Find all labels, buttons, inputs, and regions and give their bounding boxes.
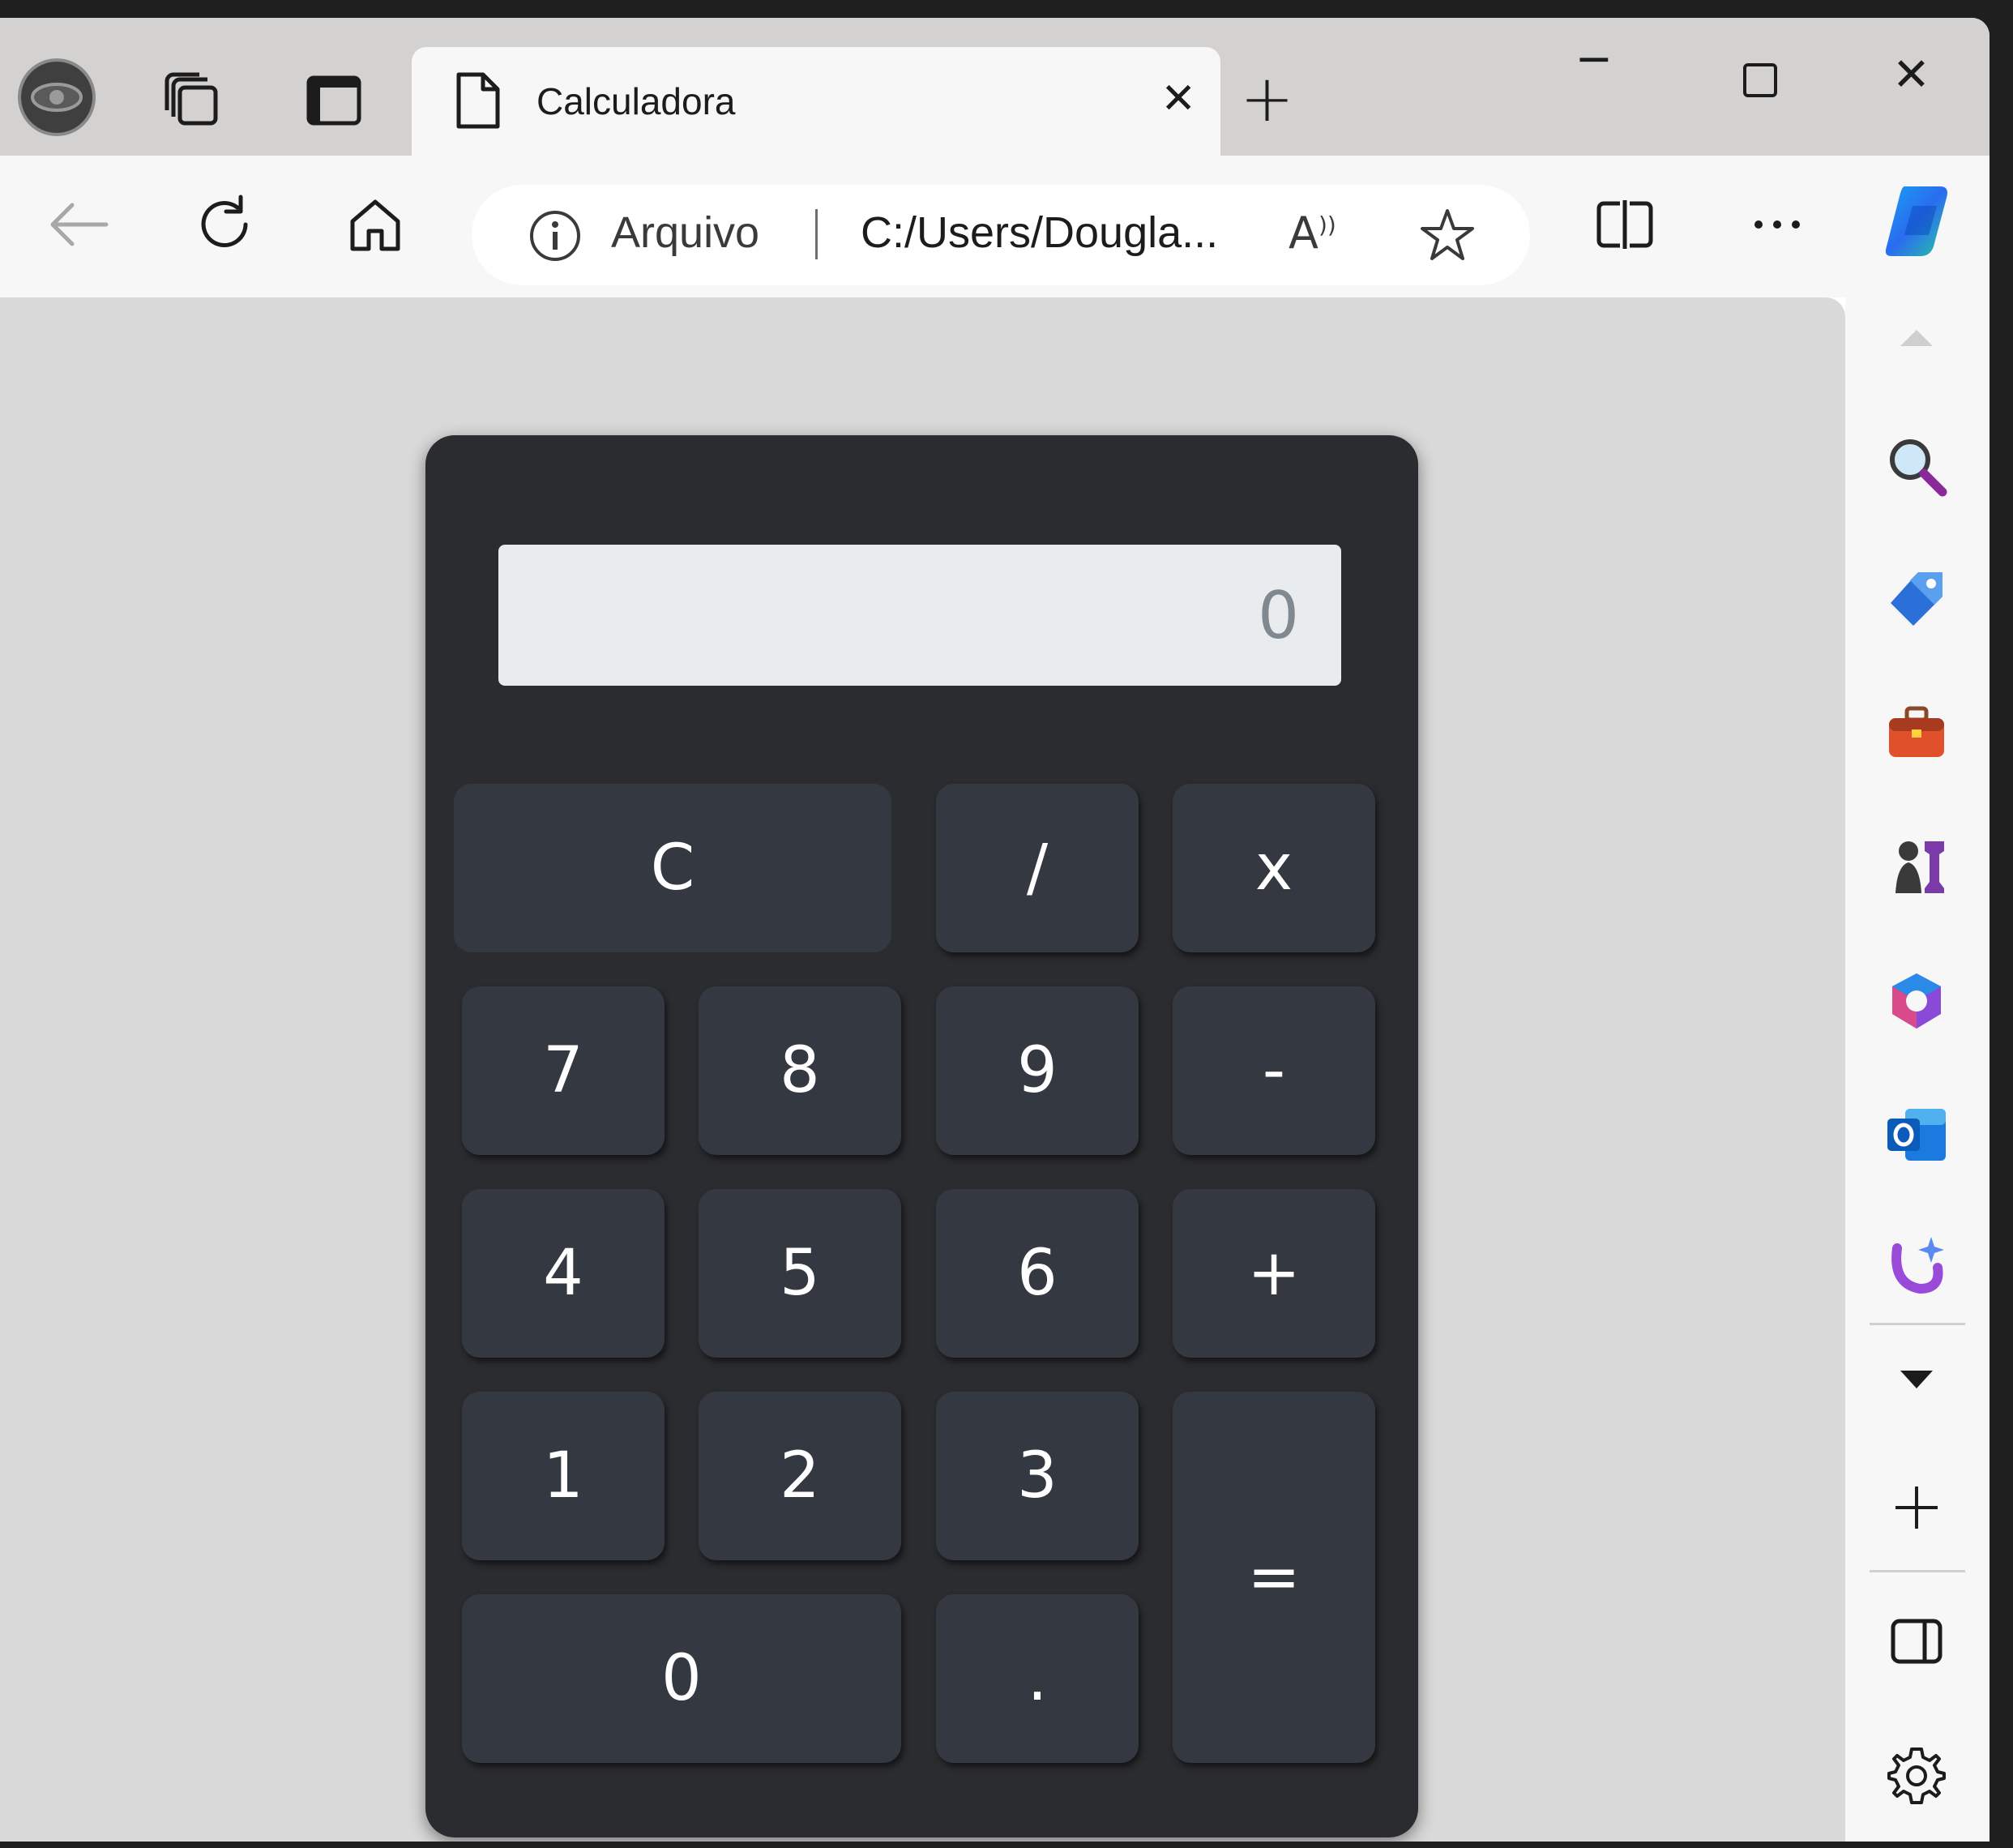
decimal-point-button[interactable]: . xyxy=(936,1594,1139,1763)
info-icon[interactable] xyxy=(528,209,582,266)
back-arrow-icon xyxy=(50,203,109,246)
designer-icon xyxy=(1891,1237,1944,1294)
refresh-button[interactable] xyxy=(188,188,261,261)
new-tab-button[interactable]: + xyxy=(1240,66,1294,131)
tab-close-icon[interactable]: ✕ xyxy=(1160,75,1196,123)
address-bar[interactable]: Arquivo C:/Users/Dougla... A)) xyxy=(472,185,1530,285)
sidebar-scroll-down[interactable] xyxy=(1878,1351,1955,1408)
calculator: 0 C / x 7 8 9 - 4 5 6 + 1 2 3 = 0 . xyxy=(425,435,1418,1837)
sidebar-hide-button[interactable] xyxy=(1878,1602,1955,1680)
gear-icon xyxy=(1887,1747,1946,1804)
copilot-icon xyxy=(1885,186,1947,256)
vertical-tabs-button[interactable] xyxy=(293,60,374,141)
page-content: 0 C / x 7 8 9 - 4 5 6 + 1 2 3 = 0 . xyxy=(0,297,1845,1842)
title-bar: Calculadora ✕ + ─ ✕ xyxy=(0,18,1989,157)
clear-button[interactable]: C xyxy=(454,784,891,952)
maximize-button[interactable] xyxy=(1742,57,1778,109)
address-scheme-label: Arquivo xyxy=(611,208,760,257)
shopping-tag-icon xyxy=(1891,572,1942,626)
digit-1-button[interactable]: 1 xyxy=(462,1392,665,1560)
read-aloud-icon[interactable]: A)) xyxy=(1289,207,1336,259)
workspaces-icon xyxy=(165,72,218,126)
equals-button[interactable]: = xyxy=(1173,1392,1375,1763)
digit-6-button[interactable]: 6 xyxy=(936,1189,1139,1358)
search-icon xyxy=(1890,439,1947,497)
digit-9-button[interactable]: 9 xyxy=(936,986,1139,1155)
microsoft365-icon xyxy=(1892,973,1941,1029)
digit-5-button[interactable]: 5 xyxy=(699,1189,901,1358)
ellipsis-icon xyxy=(1754,220,1800,229)
calculator-display: 0 xyxy=(498,545,1341,686)
plus-button[interactable]: + xyxy=(1173,1189,1375,1358)
more-options-button[interactable] xyxy=(1741,188,1814,261)
home-button[interactable] xyxy=(339,188,412,261)
digit-3-button[interactable]: 3 xyxy=(936,1392,1139,1560)
copilot-button[interactable] xyxy=(1880,180,1961,261)
sidebar-search[interactable] xyxy=(1878,427,1955,505)
digit-4-button[interactable]: 4 xyxy=(462,1189,665,1358)
vertical-tabs-icon xyxy=(306,75,361,126)
tab-title: Calculadora xyxy=(536,80,736,122)
plus-icon xyxy=(1895,1487,1938,1529)
tab-calculadora[interactable]: Calculadora ✕ xyxy=(412,47,1220,157)
caret-down-icon xyxy=(1900,1371,1933,1388)
sidebar-outlook[interactable] xyxy=(1878,1096,1955,1174)
refresh-icon xyxy=(201,195,248,247)
edge-sidebar xyxy=(1845,297,1989,1842)
digit-8-button[interactable]: 8 xyxy=(699,986,901,1155)
digit-2-button[interactable]: 2 xyxy=(699,1392,901,1560)
home-icon xyxy=(350,199,400,251)
split-screen-icon xyxy=(1596,200,1653,249)
browser-window: Calculadora ✕ + ─ ✕ Arquivo C:/Users/Dou… xyxy=(0,18,1989,1842)
workspaces-button[interactable] xyxy=(152,60,233,141)
toolbox-icon xyxy=(1889,706,1944,757)
address-url[interactable]: C:/Users/Dougla... xyxy=(861,207,1218,258)
close-window-button[interactable]: ✕ xyxy=(1892,49,1930,101)
sidebar-microsoft365[interactable] xyxy=(1878,962,1955,1040)
sidebar-scroll-up[interactable] xyxy=(1878,314,1955,362)
minimize-button[interactable]: ─ xyxy=(1580,34,1608,87)
sidebar-add-button[interactable] xyxy=(1878,1469,1955,1546)
digit-7-button[interactable]: 7 xyxy=(462,986,665,1155)
maximize-icon xyxy=(1743,63,1777,97)
favorite-star-icon[interactable] xyxy=(1418,206,1477,267)
sidebar-separator xyxy=(1870,1570,1965,1572)
address-separator xyxy=(815,209,818,259)
sidebar-settings[interactable] xyxy=(1878,1736,1955,1814)
sidebar-games[interactable] xyxy=(1878,828,1955,906)
page-icon xyxy=(454,71,501,133)
caret-up-icon xyxy=(1900,330,1933,346)
sidebar-designer[interactable] xyxy=(1878,1226,1955,1303)
digit-0-button[interactable]: 0 xyxy=(462,1594,901,1763)
divide-button[interactable]: / xyxy=(936,784,1139,952)
multiply-button[interactable]: x xyxy=(1173,784,1375,952)
chess-pieces-icon xyxy=(1895,841,1944,893)
minus-button[interactable]: - xyxy=(1173,986,1375,1155)
navigation-toolbar: Arquivo C:/Users/Dougla... A)) xyxy=(0,156,1989,297)
back-button[interactable] xyxy=(42,188,115,261)
sidebar-panel-icon xyxy=(1891,1619,1942,1664)
sidebar-tools[interactable] xyxy=(1878,695,1955,772)
sidebar-shopping[interactable] xyxy=(1878,561,1955,639)
eye-icon xyxy=(31,83,83,112)
profile-avatar[interactable] xyxy=(18,58,96,136)
split-screen-button[interactable] xyxy=(1588,188,1661,261)
outlook-icon xyxy=(1887,1109,1946,1161)
sidebar-separator xyxy=(1870,1323,1965,1325)
